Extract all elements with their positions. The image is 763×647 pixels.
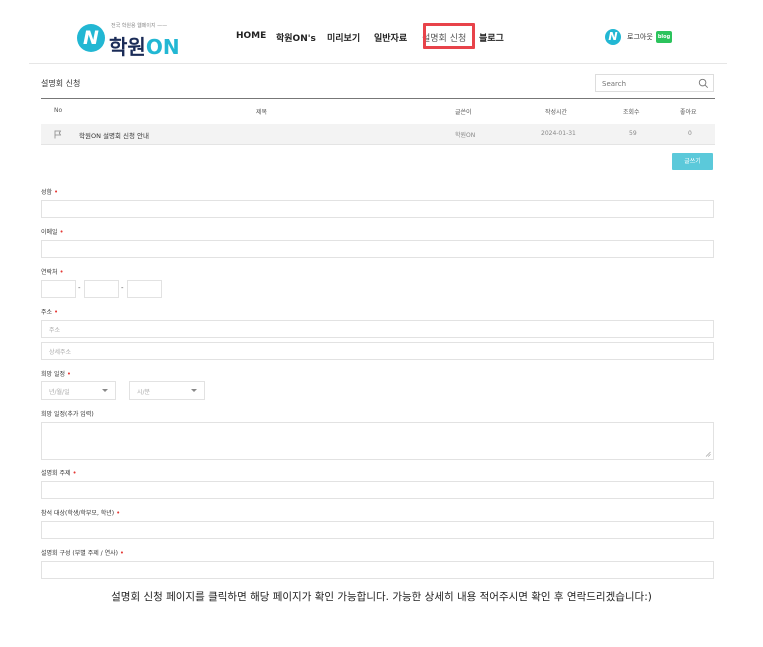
logo[interactable]: N 전국 학원용 웹페이지 —— 학원ON (77, 22, 197, 59)
resize-grip-icon[interactable] (705, 451, 711, 457)
nav-home[interactable]: HOME (236, 31, 266, 41)
required-mark: • (119, 549, 125, 557)
date-placeholder: 년/월/일 (49, 389, 70, 396)
time-select[interactable]: 시/분 (129, 381, 205, 400)
col-likes: 좋아요 (680, 109, 697, 116)
required-mark: • (66, 370, 72, 378)
date-select[interactable]: 년/월/일 (41, 381, 116, 400)
nav-highlight-box (423, 23, 475, 49)
phone-dash: - (78, 284, 81, 292)
row-views: 59 (629, 130, 637, 137)
table-divider (41, 98, 715, 99)
logo-name-accent: ON (145, 35, 180, 59)
col-views: 조회수 (623, 109, 640, 116)
board-title: 설명회 신청 (41, 79, 81, 88)
phone-field-2[interactable] (84, 280, 119, 298)
address-label: 주소 • (41, 308, 59, 316)
nav-resources[interactable]: 일반자료 (374, 31, 407, 44)
email-label: 이메일 • (41, 228, 64, 236)
phone-field-1[interactable] (41, 280, 76, 298)
row-date: 2024-01-31 (541, 130, 576, 137)
required-mark: • (53, 188, 59, 196)
search-icon[interactable] (698, 78, 709, 89)
schedule-label: 희망 일정 • (41, 370, 72, 378)
required-mark: • (72, 469, 77, 477)
logo-name: 학원ON (109, 31, 180, 60)
table-row[interactable]: 학원ON 설명회 신청 안내 학원ON 2024-01-31 59 0 (41, 124, 715, 145)
logout-link[interactable]: 로그아웃 (627, 32, 653, 42)
nav-blog[interactable]: 블로그 (479, 31, 504, 44)
required-mark: • (53, 308, 59, 316)
chevron-down-icon (102, 389, 108, 392)
logo-tagline: 전국 학원용 웹페이지 —— (111, 23, 168, 29)
extra-schedule-label: 희망 일정(추가 입력) (41, 411, 94, 418)
write-button[interactable]: 글쓰기 (672, 153, 713, 170)
blog-icon[interactable]: blog (656, 31, 672, 43)
name-label: 성함 • (41, 188, 59, 196)
phone-dash: - (121, 284, 124, 292)
address-field[interactable]: 주소 (41, 320, 714, 338)
nav-about[interactable]: 학원ON's (276, 31, 316, 44)
email-field[interactable] (41, 240, 714, 258)
required-mark: • (116, 509, 121, 517)
caption-text: 설명회 신청 페이지를 클릭하면 해당 페이지가 확인 가능합니다. 가능한 상… (111, 591, 652, 603)
composition-label: 설명회 구성 (부별 주제 / 연사) • (41, 549, 125, 557)
logo-n-icon: N (77, 24, 105, 52)
required-mark: • (59, 228, 64, 236)
row-likes: 0 (688, 130, 692, 137)
required-mark: • (59, 268, 64, 276)
topic-label: 설명회 주제 • (41, 469, 77, 477)
audience-label: 참석 대상(학생/학부모, 학년) • (41, 509, 121, 517)
chevron-down-icon (191, 389, 197, 392)
time-placeholder: 시/분 (137, 389, 151, 396)
phone-label: 연락처 • (41, 268, 64, 276)
topic-field[interactable] (41, 481, 714, 499)
extra-schedule-textarea[interactable] (41, 422, 714, 460)
col-title: 제목 (256, 109, 268, 116)
site-header: N 전국 학원용 웹페이지 —— 학원ON HOME 학원ON's 미리보기 일… (29, 12, 727, 64)
col-date: 작성시간 (545, 109, 568, 116)
user-n-icon: N (605, 29, 621, 45)
address-detail-placeholder: 상세주소 (49, 349, 72, 356)
nav-preview[interactable]: 미리보기 (327, 31, 360, 44)
search-box (595, 74, 714, 92)
name-field[interactable] (41, 200, 714, 218)
search-input[interactable] (602, 78, 692, 89)
row-author: 학원ON (455, 132, 476, 139)
address-placeholder: 주소 (49, 327, 61, 334)
address-detail-field[interactable]: 상세주소 (41, 342, 714, 360)
composition-field[interactable] (41, 561, 714, 579)
col-author: 글쓴이 (455, 109, 472, 116)
flag-icon (54, 130, 62, 139)
col-no: No (54, 107, 63, 114)
screenshot-frame: N 전국 학원용 웹페이지 —— 학원ON HOME 학원ON's 미리보기 일… (29, 12, 727, 580)
phone-field-3[interactable] (127, 280, 162, 298)
audience-field[interactable] (41, 521, 714, 539)
logo-name-main: 학원 (109, 35, 146, 59)
row-title[interactable]: 학원ON 설명회 신청 안내 (79, 130, 149, 140)
